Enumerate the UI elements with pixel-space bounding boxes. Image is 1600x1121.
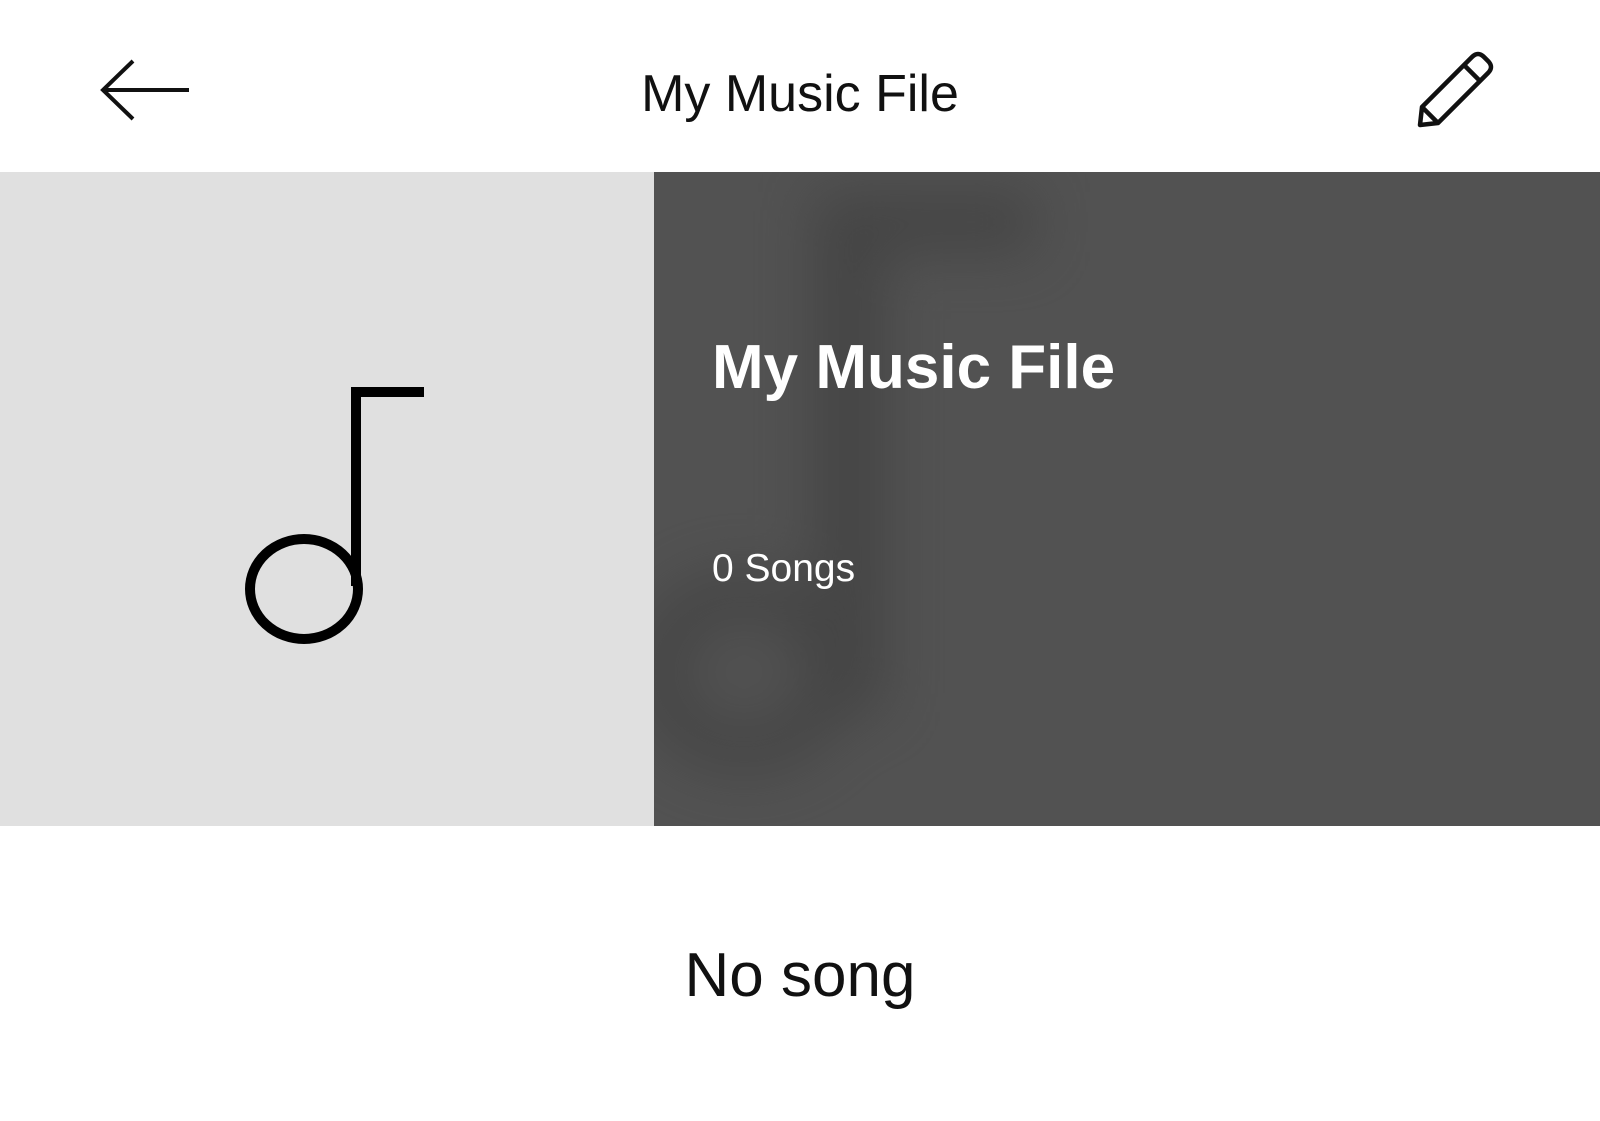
playlist-header: My Music File 0 Songs	[0, 172, 1600, 826]
pencil-icon	[1417, 51, 1494, 128]
playlist-cover	[0, 172, 654, 826]
top-bar: My Music File	[0, 0, 1600, 172]
page-title: My Music File	[641, 65, 959, 123]
empty-state-message: No song	[684, 941, 916, 1010]
blurred-music-note-icon	[654, 192, 1034, 772]
playlist-title: My Music File	[712, 333, 1116, 402]
song-count: 0 Songs	[712, 547, 856, 590]
music-note-icon	[245, 387, 424, 644]
edit-button[interactable]	[1405, 40, 1505, 140]
playlist-info-panel: My Music File 0 Songs	[654, 172, 1600, 826]
